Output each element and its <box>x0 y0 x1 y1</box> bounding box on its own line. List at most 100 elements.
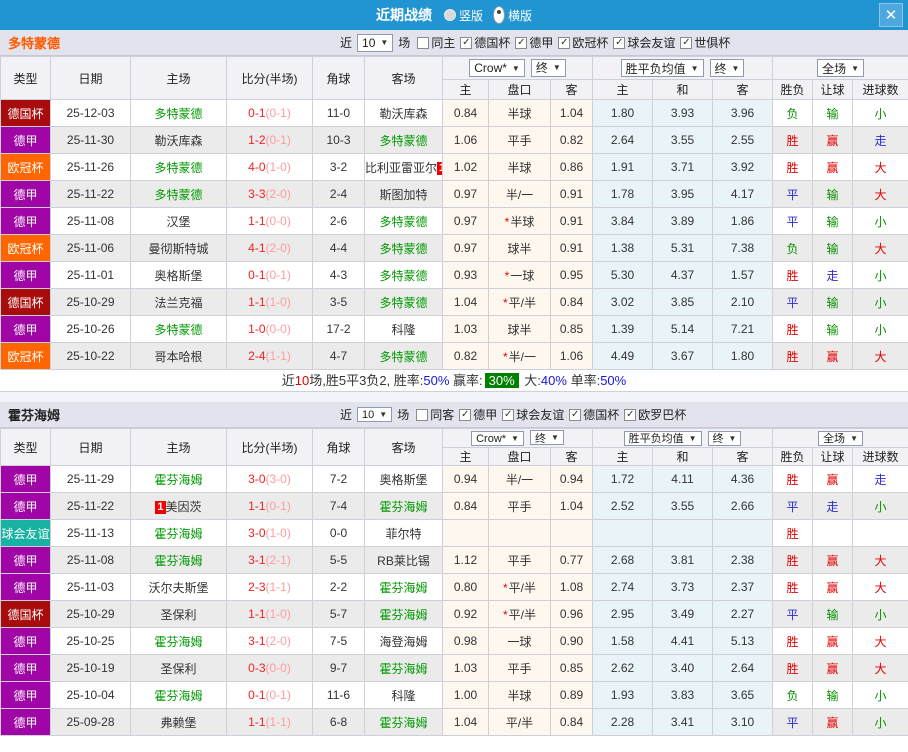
league-filter-checkbox[interactable]: ✓ 世俱杯 <box>680 34 730 51</box>
away-team-name[interactable]: 霍芬海姆 <box>379 662 427 676</box>
away-team-name[interactable]: 多特蒙德 <box>379 134 427 148</box>
away-team-name[interactable]: 菲尔特 <box>385 527 421 541</box>
away-team-cell: 海登海姆 <box>364 627 443 655</box>
home-team-name[interactable]: 奥格斯堡 <box>154 269 202 283</box>
home-team-name[interactable]: 多特蒙德 <box>154 107 202 121</box>
home-team-name[interactable]: 多特蒙德 <box>154 323 202 337</box>
home-team-name[interactable]: 法兰克福 <box>154 296 202 310</box>
home-team-name[interactable]: 沃尔夫斯堡 <box>148 581 208 595</box>
home-team-name[interactable]: 美因茨 <box>166 500 202 514</box>
away-team-name[interactable]: 霍芬海姆 <box>379 716 427 730</box>
league-filter-checkbox[interactable]: ✓ 欧罗巴杯 <box>624 406 686 423</box>
home-team-name[interactable]: 霍芬海姆 <box>154 689 202 703</box>
away-team-name[interactable]: 多特蒙德 <box>379 242 427 256</box>
corner-count: 4-7 <box>312 342 365 370</box>
home-team-name[interactable]: 圣保利 <box>160 662 196 676</box>
chevron-down-icon: ▼ <box>511 63 520 73</box>
home-team-name[interactable]: 弗赖堡 <box>160 716 196 730</box>
away-team-name[interactable]: RB莱比锡 <box>377 554 430 568</box>
avg-stage-select[interactable]: 终 ▼ <box>709 59 745 77</box>
away-team-name[interactable]: 科隆 <box>391 323 415 337</box>
odds-stage-select[interactable]: 终 ▼ <box>530 58 566 77</box>
league-cell: 欧冠杯 <box>0 153 51 181</box>
away-team-name[interactable]: 多特蒙德 <box>379 269 427 283</box>
league-filter-checkbox[interactable]: ✓ 欧冠杯 <box>558 34 608 51</box>
home-team-name[interactable]: 霍芬海姆 <box>154 527 202 541</box>
home-team-name[interactable]: 霍芬海姆 <box>154 554 202 568</box>
home-odds: 0.97 <box>442 180 489 208</box>
away-team-name[interactable]: 霍芬海姆 <box>379 608 427 622</box>
odds-source-select[interactable]: Crow* ▼ <box>471 431 524 446</box>
home-odds: 1.06 <box>442 126 489 154</box>
league-filter-checkbox-box[interactable]: ✓ <box>569 408 582 421</box>
layout-radio-vertical[interactable]: 竖版 <box>443 7 483 24</box>
league-filter-checkbox[interactable]: ✓ 德甲 <box>459 406 497 423</box>
league-filter-checkbox-label: 德甲 <box>529 36 554 50</box>
away-team-name[interactable]: 科隆 <box>391 689 415 703</box>
home-team-name[interactable]: 多特蒙德 <box>154 161 202 175</box>
fulltime-score: 2-3 <box>248 580 266 594</box>
away-team-name[interactable]: 霍芬海姆 <box>379 581 427 595</box>
away-team-name[interactable]: 多特蒙德 <box>379 215 427 229</box>
home-team-name[interactable]: 多特蒙德 <box>154 188 202 202</box>
league-filter-checkbox-box[interactable]: ✓ <box>680 36 693 49</box>
league-filter-checkbox[interactable]: ✓ 德国杯 <box>460 34 510 51</box>
away-team-name[interactable]: 奥格斯堡 <box>379 473 427 487</box>
home-team-name[interactable]: 圣保利 <box>160 608 196 622</box>
home-team-name[interactable]: 霍芬海姆 <box>154 473 202 487</box>
subheader-result-1: 让球 <box>812 447 854 466</box>
odds-source-select[interactable]: Crow* ▼ <box>469 59 525 78</box>
result-handicap-text: 赢 <box>826 715 839 730</box>
league-filter-checkbox[interactable]: ✓ 德甲 <box>515 34 553 51</box>
matches-count-select[interactable]: 10 ▼ <box>357 33 394 52</box>
away-team-name[interactable]: 海登海姆 <box>379 635 427 649</box>
home-team-name[interactable]: 哥本哈根 <box>154 350 202 364</box>
same-venue-checkbox[interactable]: 同客 <box>416 406 454 423</box>
avg-type-select[interactable]: 胜平负均值 ▼ <box>623 430 702 446</box>
away-team-name[interactable]: 勒沃库森 <box>379 107 427 121</box>
same-venue-checkbox-box[interactable] <box>416 408 429 421</box>
league-filter-checkbox-box[interactable]: ✓ <box>558 36 571 49</box>
league-filter-checkbox-box[interactable]: ✓ <box>459 408 472 421</box>
avg-home-odds: 1.78 <box>592 180 654 208</box>
league-filter-checkbox[interactable]: ✓ 球会友谊 <box>613 34 675 51</box>
league-filter-checkbox-box[interactable]: ✓ <box>624 408 637 421</box>
radio-icon[interactable] <box>493 6 505 24</box>
avg-draw-odds: 3.73 <box>652 573 713 601</box>
league-filter-checkbox-box[interactable]: ✓ <box>460 36 473 49</box>
home-team-name[interactable]: 曼彻斯特城 <box>148 242 208 256</box>
away-team-name[interactable]: 比利亚雷亚尔 <box>366 161 438 175</box>
scope-select[interactable]: 全场 ▼ <box>817 59 865 77</box>
home-team-name[interactable]: 汉堡 <box>166 215 190 229</box>
away-team-name[interactable]: 多特蒙德 <box>379 296 427 310</box>
result-handicap-text: 输 <box>826 295 839 310</box>
close-button[interactable]: ✕ <box>879 3 903 27</box>
scope-select[interactable]: 全场 ▼ <box>818 430 863 446</box>
same-venue-checkbox[interactable]: 同主 <box>417 34 455 51</box>
home-team-name[interactable]: 霍芬海姆 <box>154 635 202 649</box>
league-filter-checkbox-box[interactable]: ✓ <box>502 408 515 421</box>
same-venue-checkbox-box[interactable] <box>417 36 430 49</box>
odds-stage-select[interactable]: 终 ▼ <box>529 430 564 445</box>
league-filter-checkbox[interactable]: ✓ 德国杯 <box>569 406 619 423</box>
avg-type-select[interactable]: 胜平负均值 ▼ <box>620 59 704 77</box>
avg-home-odds: 2.68 <box>592 546 653 574</box>
away-team-name[interactable]: 多特蒙德 <box>379 350 427 364</box>
away-team-name[interactable]: 斯图加特 <box>379 188 427 202</box>
league-filter-checkbox-box[interactable]: ✓ <box>515 36 528 49</box>
avg-stage-select[interactable]: 终 ▼ <box>707 430 742 446</box>
match-row: 德甲 25-11-08 汉堡 1-1(0-0) 2-6 多特蒙德 0.97 *半球 0.91 3.… <box>0 207 908 235</box>
away-team-name[interactable]: 霍芬海姆 <box>379 500 427 514</box>
avg-draw-odds: 3.41 <box>652 708 713 736</box>
league-filter-checkbox-box[interactable]: ✓ <box>613 36 626 49</box>
result-goals: 小 <box>852 681 908 709</box>
radio-icon[interactable] <box>443 9 456 21</box>
home-team-cell: 法兰克福 <box>130 288 227 316</box>
odds-source-select-value: Crow* <box>474 61 507 76</box>
league-filter-checkbox[interactable]: ✓ 球会友谊 <box>502 406 564 423</box>
matches-count-select[interactable]: 10 ▼ <box>357 407 393 422</box>
home-team-cell: 多特蒙德 <box>130 315 227 343</box>
home-team-name[interactable]: 勒沃库森 <box>154 134 202 148</box>
record-summary: 近10场,胜5平3负2, 胜率:50% 赢率: 30% 大:40% 单率:50% <box>0 370 908 392</box>
layout-radio-horizontal[interactable]: 横版 <box>493 6 532 24</box>
